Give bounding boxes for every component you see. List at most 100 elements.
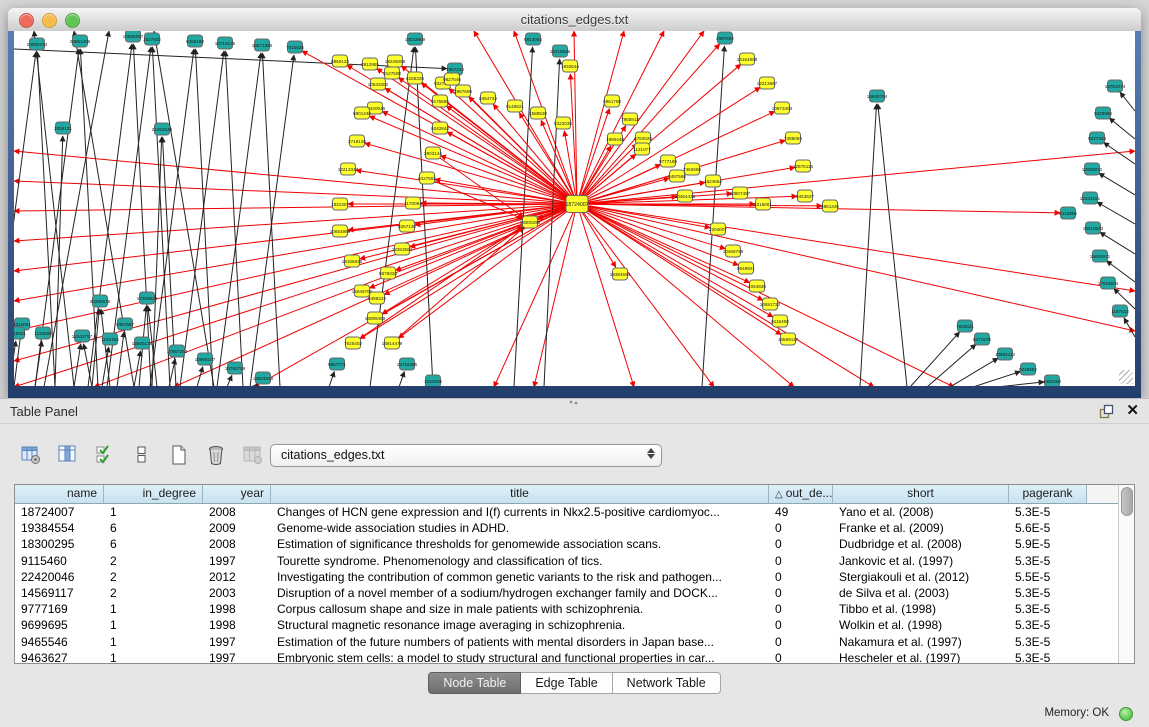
- table-row[interactable]: 1830029562008Estimation of significance …: [15, 536, 1134, 552]
- graph-node[interactable]: 10958107: [195, 353, 216, 365]
- row-height-icon[interactable]: [131, 444, 153, 466]
- graph-node[interactable]: 2204007: [709, 223, 727, 235]
- graph-node[interactable]: 1990448: [606, 133, 624, 145]
- graph-node[interactable]: 10543382: [368, 78, 389, 90]
- graph-node[interactable]: 8427552: [418, 172, 436, 184]
- graph-node[interactable]: 9245652: [1019, 363, 1037, 375]
- select-rows-icon[interactable]: [94, 444, 116, 466]
- graph-node[interactable]: 8678334: [379, 267, 397, 279]
- graph-node[interactable]: 17016504: [1098, 277, 1119, 289]
- graph-node[interactable]: 2718120: [348, 135, 366, 147]
- graph-node[interactable]: 20206576: [90, 295, 111, 307]
- graph-node[interactable]: 10973493: [772, 102, 793, 114]
- graph-node[interactable]: 8960123: [331, 55, 349, 67]
- table-row[interactable]: 2242004622012Investigating the contribut…: [15, 569, 1134, 585]
- table-row[interactable]: 1938455462009Genome-wide association stu…: [15, 520, 1134, 536]
- memory-status-icon[interactable]: [1119, 707, 1133, 721]
- graph-node[interactable]: 12505135: [132, 337, 153, 349]
- graph-node[interactable]: 15692971: [1090, 250, 1111, 262]
- show-column-icon[interactable]: [57, 444, 79, 466]
- column-header-year[interactable]: year: [203, 485, 271, 503]
- graph-node[interactable]: 1031945: [424, 375, 442, 386]
- graph-node[interactable]: 16648784: [867, 90, 888, 102]
- table-row[interactable]: 1456911722003Disruption of a novel membe…: [15, 585, 1134, 601]
- graph-node[interactable]: 9463627: [796, 190, 814, 202]
- graph-node[interactable]: 9115460: [771, 315, 789, 327]
- graph-node[interactable]: 6961758: [603, 95, 621, 107]
- graph-node[interactable]: 12213967: [757, 77, 778, 89]
- graph-node[interactable]: 6216061: [754, 198, 772, 210]
- column-header-short[interactable]: short: [833, 485, 1009, 503]
- graph-node[interactable]: 16591722: [760, 298, 781, 310]
- network-canvas[interactable]: 2405572420691406106552571527602646616010…: [14, 31, 1135, 386]
- graph-node[interactable]: 12975115: [793, 160, 814, 172]
- graph-node[interactable]: 6466160: [186, 35, 204, 47]
- graph-node[interactable]: 2055101: [54, 122, 72, 134]
- graph-node[interactable]: 1121077: [633, 143, 651, 155]
- graph-node[interactable]: 14569117: [778, 333, 799, 345]
- graph-node[interactable]: 7515526: [286, 41, 304, 53]
- graph-node[interactable]: 8813054: [524, 33, 542, 45]
- graph-node[interactable]: 1092450: [1043, 375, 1061, 386]
- graph-node[interactable]: 2887682: [716, 32, 734, 44]
- resize-grip-icon[interactable]: [1119, 370, 1133, 384]
- delete-columns-icon[interactable]: [205, 444, 227, 466]
- column-header-title[interactable]: title: [271, 485, 769, 503]
- graph-node[interactable]: 10654985: [330, 225, 351, 237]
- column-header-in-degree[interactable]: in_degree: [104, 485, 203, 503]
- graph-node[interactable]: 9227343: [1088, 132, 1106, 144]
- graph-node[interactable]: 7485063: [784, 132, 802, 144]
- table-scrollbar-thumb[interactable]: [1121, 487, 1133, 516]
- graph-node[interactable]: 1054929: [748, 280, 766, 292]
- graph-node[interactable]: 7955812: [621, 113, 639, 125]
- graph-node[interactable]: 8215955: [1059, 207, 1077, 219]
- graph-node[interactable]: 10807487: [730, 187, 751, 199]
- tab-node-table[interactable]: Node Table: [428, 672, 521, 694]
- network-graph[interactable]: 2405572420691406106552571527602646616010…: [14, 31, 1135, 386]
- graph-node[interactable]: 9397587: [116, 318, 134, 330]
- graph-node[interactable]: 6851449: [821, 200, 839, 212]
- column-header-pagerank[interactable]: pagerank: [1009, 485, 1087, 503]
- graph-node[interactable]: 24055724: [27, 38, 48, 50]
- graph-node[interactable]: 10468799: [723, 245, 744, 257]
- graph-node[interactable]: 8454743: [479, 92, 497, 104]
- table-row[interactable]: 977716911998Corpus callosum shape and si…: [15, 601, 1134, 617]
- graph-node[interactable]: 1167533: [1111, 305, 1129, 317]
- graph-node[interactable]: 19166825: [342, 255, 363, 267]
- new-column-icon[interactable]: [168, 444, 190, 466]
- delete-table-icon[interactable]: [242, 444, 264, 466]
- graph-node[interactable]: 19218586: [550, 45, 571, 57]
- graph-node[interactable]: 12444151: [1080, 192, 1101, 204]
- window-titlebar[interactable]: citations_edges.txt: [8, 8, 1141, 32]
- table-row[interactable]: 946362711997Embryonic stem cells: a mode…: [15, 650, 1134, 664]
- graph-node[interactable]: 9242844: [431, 122, 449, 134]
- graph-node[interactable]: 12353594: [392, 243, 413, 255]
- column-header-out-de-[interactable]: △out_de...: [769, 485, 833, 503]
- graph-node[interactable]: 1588520: [529, 107, 547, 119]
- tab-network-table[interactable]: Network Table: [613, 672, 721, 694]
- table-row[interactable]: 911546021997Tourette syndrome. Phenomeno…: [15, 553, 1134, 569]
- graph-node[interactable]: 9146821: [506, 100, 524, 112]
- graph-node[interactable]: 3915931: [14, 327, 26, 339]
- panel-float-icon[interactable]: [1099, 404, 1114, 419]
- network-table-select[interactable]: citations_edges.txt: [270, 444, 662, 467]
- graph-node[interactable]: 1527602: [143, 33, 161, 45]
- tab-edge-table[interactable]: Edge Table: [521, 672, 612, 694]
- graph-node[interactable]: 8267130: [398, 220, 416, 232]
- graph-node[interactable]: 16033809: [405, 33, 426, 45]
- table-row[interactable]: 946554611997Estimation of the future num…: [15, 634, 1134, 650]
- graph-node[interactable]: 12342757: [72, 330, 93, 342]
- panel-splitter[interactable]: [568, 399, 580, 406]
- table-row[interactable]: 1872400712008Changes of HCN gene express…: [15, 504, 1134, 520]
- graph-node[interactable]: 1831307: [331, 198, 349, 210]
- graph-node[interactable]: 15716485: [397, 358, 418, 370]
- graph-node[interactable]: 19384554: [610, 268, 631, 280]
- graph-node[interactable]: 8471676: [973, 333, 991, 345]
- graph-node[interactable]: 12213343: [338, 163, 359, 175]
- graph-node[interactable]: 18226058: [385, 55, 406, 67]
- graph-node[interactable]: 12923448: [253, 372, 274, 384]
- graph-node[interactable]: 16210643: [1083, 222, 1104, 234]
- graph-node[interactable]: 9857771: [328, 358, 346, 370]
- graph-node[interactable]: 8549921: [737, 262, 755, 274]
- graph-node[interactable]: 8186328: [406, 72, 424, 84]
